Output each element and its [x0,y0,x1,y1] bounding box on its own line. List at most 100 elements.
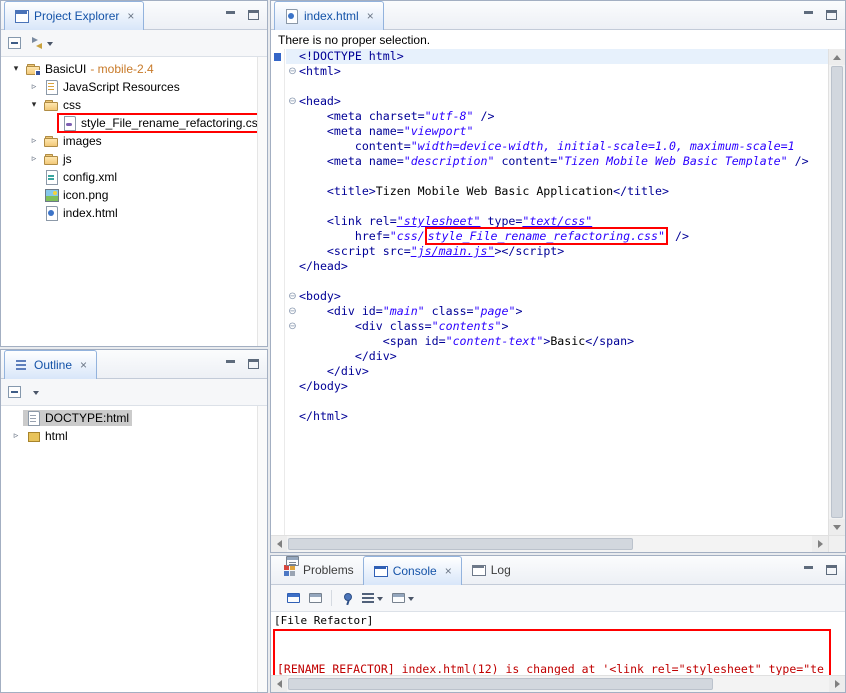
expand-arrow-icon[interactable]: ▹ [27,136,41,146]
code-line-9[interactable] [286,169,828,184]
code-text: <head> [299,94,341,109]
code-line-18[interactable]: ⊖ <div id="main" class="page"> [286,304,828,319]
tree-item-index-html[interactable]: index.html [1,204,267,222]
maximize-view-icon[interactable] [826,10,837,20]
fold-marker-icon[interactable]: ⊖ [286,304,299,319]
link-with-editor-button[interactable] [30,37,53,49]
scrollbar-thumb[interactable] [288,538,633,550]
console-panel: Problems Console × Log [270,555,846,693]
scroll-left-icon[interactable] [271,536,287,552]
close-tab-icon[interactable]: × [127,10,134,22]
code-editor[interactable]: <!DOCTYPE html>⊖<html>⊖<head> <meta char… [286,49,828,535]
minimize-view-icon[interactable] [803,10,814,20]
code-line-11[interactable] [286,199,828,214]
code-line-5[interactable]: <meta charset="utf-8" /> [286,109,828,124]
tree-item-images[interactable]: ▹images [1,132,267,150]
code-line-12[interactable]: <link rel="stylesheet" type="text/css" [286,214,828,229]
editor-vertical-scrollbar[interactable] [828,49,845,535]
code-text: <meta name="viewport" [299,124,474,139]
scroll-left-icon[interactable] [271,676,287,692]
tree-item-javascript-resources[interactable]: ▹JavaScript Resources [1,78,267,96]
tab-log[interactable]: Log [462,556,520,584]
tree-item-css[interactable]: ▾ css [1,96,267,114]
tab-outline[interactable]: Outline × [4,350,97,379]
code-line-8[interactable]: <meta name="description" content="Tizen … [286,154,828,169]
close-tab-icon[interactable]: × [367,10,374,22]
word-wrap-button[interactable] [309,593,322,603]
code-line-7[interactable]: content="width=device-width, initial-sca… [286,139,828,154]
tree-item-icon-png[interactable]: icon.png [1,186,267,204]
minimize-view-icon[interactable] [225,10,236,20]
expand-arrow-icon[interactable]: ▹ [27,154,41,164]
maximize-view-icon[interactable] [826,565,837,575]
outline-scrollbar[interactable] [257,406,267,692]
tab-console[interactable]: Console × [363,556,462,585]
scrollbar-thumb[interactable] [831,66,843,518]
outline-item-doctype-html[interactable]: DOCTYPE:html [1,409,267,427]
project-explorer-scrollbar[interactable] [257,57,267,346]
maximize-view-icon[interactable] [248,359,259,369]
tree-item-config-xml[interactable]: config.xml [1,168,267,186]
code-line-22[interactable]: </div> [286,364,828,379]
code-line-2[interactable]: ⊖<html> [286,64,828,79]
code-line-16[interactable] [286,274,828,289]
collapse-all-button[interactable] [8,386,21,398]
code-line-14[interactable]: <script src="js/main.js"></script> [286,244,828,259]
tree-item-style-file-rename-refactoring-css[interactable]: style_File_rename_refactoring.css [1,114,267,132]
expand-arrow-icon[interactable]: ▹ [27,82,41,92]
code-line-10[interactable]: <title>Tizen Mobile Web Basic Applicatio… [286,184,828,199]
code-line-23[interactable]: </body> [286,379,828,394]
code-line-17[interactable]: ⊖<body> [286,289,828,304]
code-line-15[interactable]: </head> [286,259,828,274]
scroll-up-icon[interactable] [829,49,845,65]
code-segment: /> [474,109,495,123]
scroll-down-icon[interactable] [829,519,845,535]
code-line-6[interactable]: <meta name="viewport" [286,124,828,139]
project-explorer-toolbar [1,30,267,57]
collapse-arrow-icon[interactable]: ▾ [27,100,41,110]
code-line-3[interactable] [286,79,828,94]
code-line-20[interactable]: <span id="content-text">Basic</span> [286,334,828,349]
scroll-lock-button[interactable] [287,593,300,603]
code-text: <span id="content-text">Basic</span> [299,334,634,349]
code-line-24[interactable] [286,394,828,409]
code-line-13[interactable]: href="css/style_File_rename_refactoring.… [286,229,828,244]
scrollbar-thumb[interactable] [288,678,713,690]
fold-marker-icon[interactable]: ⊖ [286,289,299,304]
fold-marker-icon[interactable]: ⊖ [286,319,299,334]
expand-arrow-icon[interactable]: ▹ [9,431,23,441]
code-line-1[interactable]: <!DOCTYPE html> [286,49,828,64]
code-segment: Basic [550,334,585,348]
tab-index-html[interactable]: index.html × [274,1,384,30]
close-tab-icon[interactable]: × [445,565,452,577]
display-selected-console-button[interactable] [362,593,383,604]
editor-horizontal-scrollbar[interactable] [271,535,828,552]
code-line-25[interactable]: </html> [286,409,828,424]
code-line-4[interactable]: ⊖<head> [286,94,828,109]
collapse-arrow-icon[interactable]: ▾ [9,64,23,74]
tree-item-basicui[interactable]: ▾BasicUI- mobile-2.4 [1,60,267,78]
code-line-21[interactable]: </div> [286,349,828,364]
fold-spacer [286,109,299,124]
scroll-right-icon[interactable] [829,676,845,692]
maximize-view-icon[interactable] [248,10,259,20]
tree-item-js[interactable]: ▹ js [1,150,267,168]
outline-view-menu-button[interactable] [30,387,39,398]
minimize-view-icon[interactable] [803,565,814,575]
collapse-all-button[interactable] [8,37,21,49]
tree-item-label: js [63,152,72,166]
scroll-right-icon[interactable] [812,536,828,552]
tab-project-explorer[interactable]: Project Explorer × [4,1,144,30]
fold-marker-icon[interactable]: ⊖ [286,94,299,109]
outline-item-html[interactable]: ▹html [1,427,267,445]
pin-console-button[interactable] [341,592,353,605]
code-line-19[interactable]: ⊖ <div class="contents"> [286,319,828,334]
console-horizontal-scrollbar[interactable] [271,675,845,692]
console-output-area[interactable]: [File Refactor] [RENAME REFACTOR] index.… [271,612,845,692]
minimize-view-icon[interactable] [225,359,236,369]
fold-marker-icon[interactable]: ⊖ [286,64,299,79]
open-console-button[interactable] [392,593,414,604]
tree-item-label: css [63,98,81,112]
close-tab-icon[interactable]: × [80,359,87,371]
annotation-ruler[interactable] [271,49,285,535]
